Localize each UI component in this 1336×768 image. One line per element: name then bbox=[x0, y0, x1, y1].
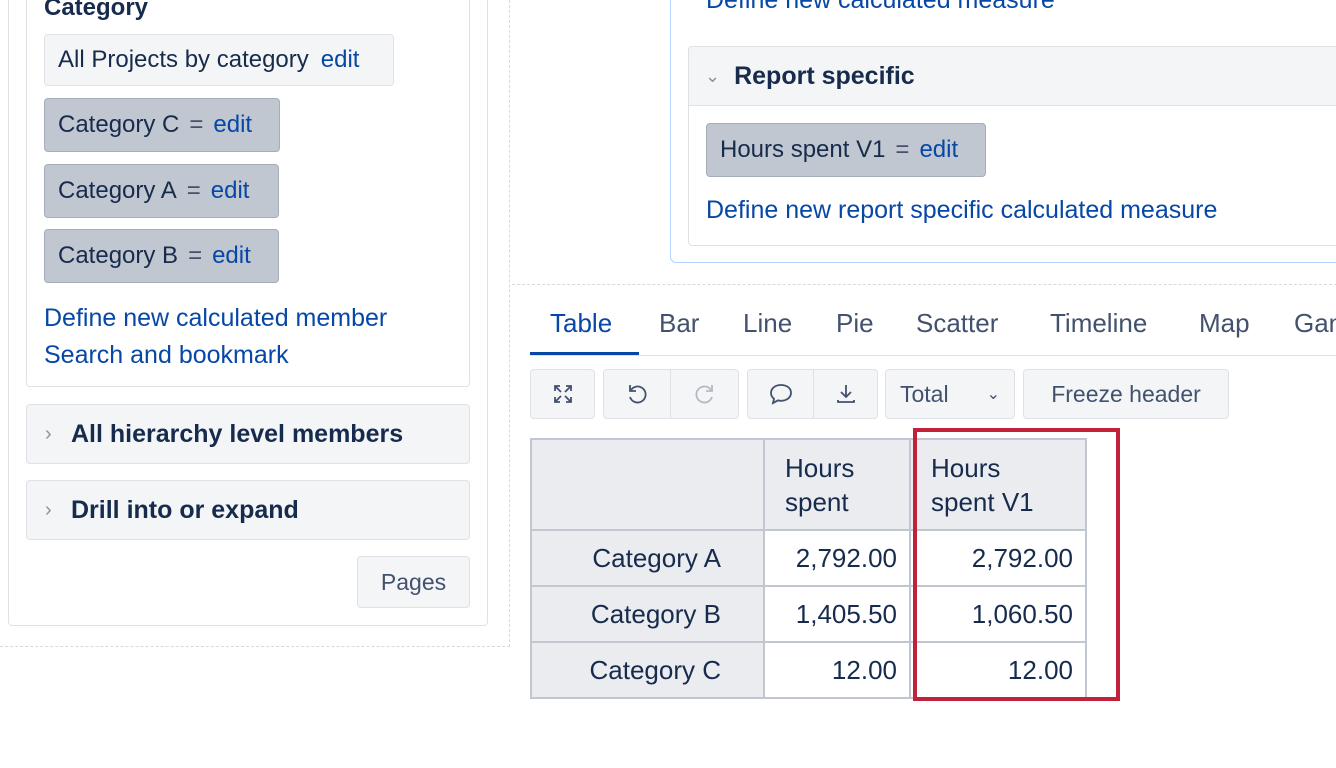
define-calculated-measure-link[interactable]: Define new calculated measure bbox=[706, 0, 1055, 15]
download-icon bbox=[836, 385, 855, 403]
define-calculated-member-link[interactable]: Define new calculated member bbox=[44, 304, 387, 333]
undo-button[interactable] bbox=[604, 370, 671, 418]
table-cell: 2,792.00 bbox=[909, 529, 1087, 587]
calculated-member-chip: Category C = edit bbox=[44, 98, 280, 152]
undo-icon bbox=[629, 385, 647, 404]
tab-table[interactable]: Table bbox=[550, 308, 612, 354]
base-member-edit-link[interactable]: edit bbox=[321, 46, 360, 74]
comment-icon bbox=[769, 384, 792, 405]
equals-sign: = bbox=[895, 136, 910, 163]
collapsible-label: Drill into or expand bbox=[71, 495, 299, 524]
corner-cell bbox=[530, 438, 765, 531]
member-label: Category C bbox=[58, 111, 180, 138]
chevron-down-icon: ⌄ bbox=[986, 386, 1000, 403]
history-group bbox=[603, 369, 739, 419]
member-edit-link[interactable]: edit bbox=[213, 111, 252, 139]
measure-label: Hours spent V1 bbox=[720, 136, 886, 163]
section-divider bbox=[512, 284, 1336, 285]
tab-timeline[interactable]: Timeline bbox=[1050, 308, 1147, 354]
tab-pie[interactable]: Pie bbox=[836, 308, 874, 354]
calculated-member-chip: Category B = edit bbox=[44, 229, 279, 283]
tab-scatter[interactable]: Scatter bbox=[916, 308, 998, 354]
table-row: Category A 2,792.00 2,792.00 bbox=[530, 529, 1087, 587]
report-specific-toggle[interactable]: ⌄ Report specific bbox=[688, 46, 1336, 106]
collapsible-label: All hierarchy level members bbox=[71, 419, 404, 448]
table-cell: 2,792.00 bbox=[763, 529, 911, 587]
table-row: Category C 12.00 12.00 bbox=[530, 641, 1087, 699]
chevron-down-icon: ⌄ bbox=[705, 65, 721, 86]
tab-line[interactable]: Line bbox=[743, 308, 792, 354]
chevron-right-icon: › bbox=[45, 498, 52, 521]
column-header[interactable]: Hours spent bbox=[763, 438, 911, 531]
redo-icon bbox=[695, 385, 713, 404]
share-group bbox=[747, 369, 878, 419]
row-header[interactable]: Category C bbox=[530, 641, 765, 699]
member-edit-link[interactable]: edit bbox=[211, 177, 250, 205]
table-cell: 12.00 bbox=[763, 641, 911, 699]
total-dropdown[interactable]: Total ⌄ bbox=[885, 369, 1015, 419]
total-label: Total bbox=[900, 380, 949, 407]
drill-into-expand-toggle[interactable]: › Drill into or expand bbox=[26, 480, 470, 540]
row-header[interactable]: Category B bbox=[530, 585, 765, 643]
equals-sign: = bbox=[186, 177, 201, 204]
tab-gantt[interactable]: Gantt bbox=[1294, 308, 1336, 354]
fullscreen-group bbox=[530, 369, 595, 419]
chart-type-tabs: Table Bar Line Pie Scatter Timeline Map … bbox=[530, 300, 1336, 356]
freeze-header-group: Freeze header bbox=[1023, 369, 1229, 419]
freeze-header-button[interactable]: Freeze header bbox=[1024, 370, 1228, 418]
tab-bar[interactable]: Bar bbox=[659, 308, 699, 354]
report-specific-title: Report specific bbox=[734, 61, 915, 90]
table-header-row: Hours spent Hours spent V1 bbox=[530, 438, 1087, 531]
report-measure-chip: Hours spent V1 = edit bbox=[706, 123, 986, 177]
member-label: Category A bbox=[58, 177, 177, 204]
results-table: Hours spent Hours spent V1 Category A 2,… bbox=[530, 438, 1087, 699]
define-report-measure-link[interactable]: Define new report specific calculated me… bbox=[706, 196, 1217, 225]
member-edit-link[interactable]: edit bbox=[212, 242, 251, 270]
equals-sign: = bbox=[189, 111, 204, 138]
table-cell: 1,060.50 bbox=[909, 585, 1087, 643]
active-tab-indicator bbox=[530, 352, 639, 355]
table-cell: 1,405.50 bbox=[763, 585, 911, 643]
member-label: Category B bbox=[58, 242, 179, 269]
column-header[interactable]: Hours spent V1 bbox=[909, 438, 1087, 531]
total-dropdown-button[interactable]: Total ⌄ bbox=[886, 370, 1014, 418]
all-hierarchy-level-members-toggle[interactable]: › All hierarchy level members bbox=[26, 404, 470, 464]
chevron-right-icon: › bbox=[45, 422, 52, 445]
table-row: Category B 1,405.50 1,060.50 bbox=[530, 585, 1087, 643]
redo-button[interactable] bbox=[671, 370, 738, 418]
expand-icon bbox=[553, 385, 572, 403]
base-member-label: All Projects by category bbox=[58, 46, 309, 73]
category-title: Category bbox=[44, 0, 149, 21]
base-member-chip: All Projects by category edit bbox=[44, 34, 394, 86]
pages-button[interactable]: Pages bbox=[357, 556, 470, 608]
measure-edit-link[interactable]: edit bbox=[919, 136, 958, 164]
tab-map[interactable]: Map bbox=[1199, 308, 1250, 354]
search-bookmark-link[interactable]: Search and bookmark bbox=[44, 341, 289, 370]
row-header[interactable]: Category A bbox=[530, 529, 765, 587]
equals-sign: = bbox=[188, 242, 203, 269]
table-cell: 12.00 bbox=[909, 641, 1087, 699]
calculated-member-chip: Category A = edit bbox=[44, 164, 279, 218]
comment-button[interactable] bbox=[748, 370, 814, 418]
fullscreen-button[interactable] bbox=[531, 370, 594, 418]
export-button[interactable] bbox=[814, 370, 877, 418]
